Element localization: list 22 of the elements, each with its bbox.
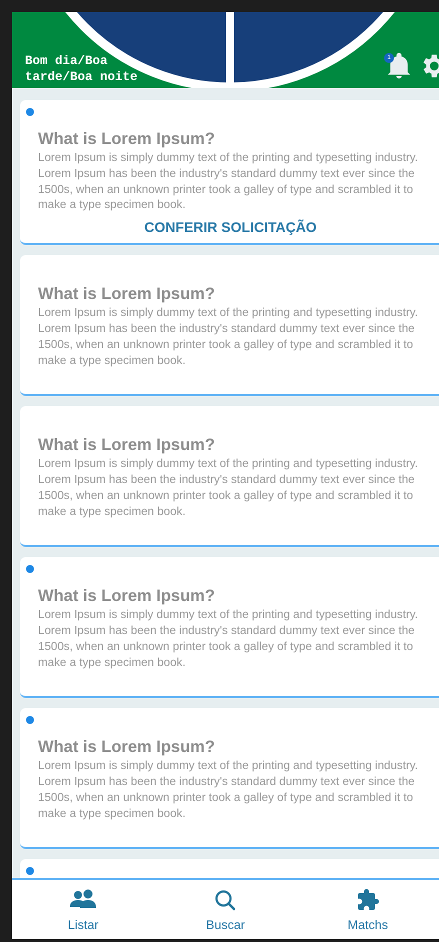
nav-tab[interactable]: Matchs bbox=[296, 880, 439, 939]
card-title: What is Lorem Ipsum? bbox=[38, 738, 216, 758]
card-title: What is Lorem Ipsum? bbox=[38, 285, 216, 304]
check-request-button[interactable]: CONFERIR SOLICITAÇÃO bbox=[140, 217, 321, 238]
card-title: What is Lorem Ipsum? bbox=[38, 587, 216, 606]
card-description: Lorem Ipsum is simply dummy text of the printing and typesetting industry. Lorem Ipsum has been the industry's standard dummy text ever since the 1500s, when an unknown printer took a galley of type and scrambled it to make a type specimen book. bbox=[38, 758, 419, 822]
request-card[interactable] bbox=[20, 406, 439, 548]
request-card[interactable] bbox=[20, 255, 439, 396]
greeting-text: Bom dia/Boa tarde/Boa noite bbox=[25, 53, 139, 85]
request-card[interactable] bbox=[20, 100, 439, 246]
nav-tab[interactable]: Listar bbox=[12, 880, 154, 939]
card-description: Lorem Ipsum is simply dummy text of the printing and typesetting industry. Lorem Ipsum has been the industry's standard dummy text ever since the 1500s, when an unknown printer took a galley of type and scrambled it to make a type specimen book. bbox=[38, 607, 419, 670]
search-icon bbox=[213, 888, 238, 912]
request-card[interactable] bbox=[20, 708, 439, 850]
card-description: Lorem Ipsum is simply dummy text of the printing and typesetting industry. Lorem Ipsum has been the industry's standard dummy text ever since the 1500s, when an unknown printer took a galley of type and scrambled it to make a type specimen book. bbox=[38, 305, 419, 368]
puzzle-icon bbox=[356, 888, 380, 912]
card-description: Lorem Ipsum is simply dummy text of the printing and typesetting industry. Lorem Ipsum has been the industry's standard dummy text ever since the 1500s, when an unknown printer took a galley of type and scrambled it to make a type specimen book. bbox=[38, 150, 419, 214]
nav-tab[interactable]: Buscar bbox=[154, 880, 297, 939]
card-title: What is Lorem Ipsum? bbox=[38, 436, 216, 456]
card-title: What is Lorem Ipsum? bbox=[38, 130, 216, 149]
request-card[interactable] bbox=[20, 557, 439, 698]
card-description: Lorem Ipsum is simply dummy text of the printing and typesetting industry. Lorem Ipsum has been the industry's standard dummy text ever since the 1500s, when an unknown printer took a galley of type and scrambled it to make a type specimen book. bbox=[38, 456, 419, 520]
